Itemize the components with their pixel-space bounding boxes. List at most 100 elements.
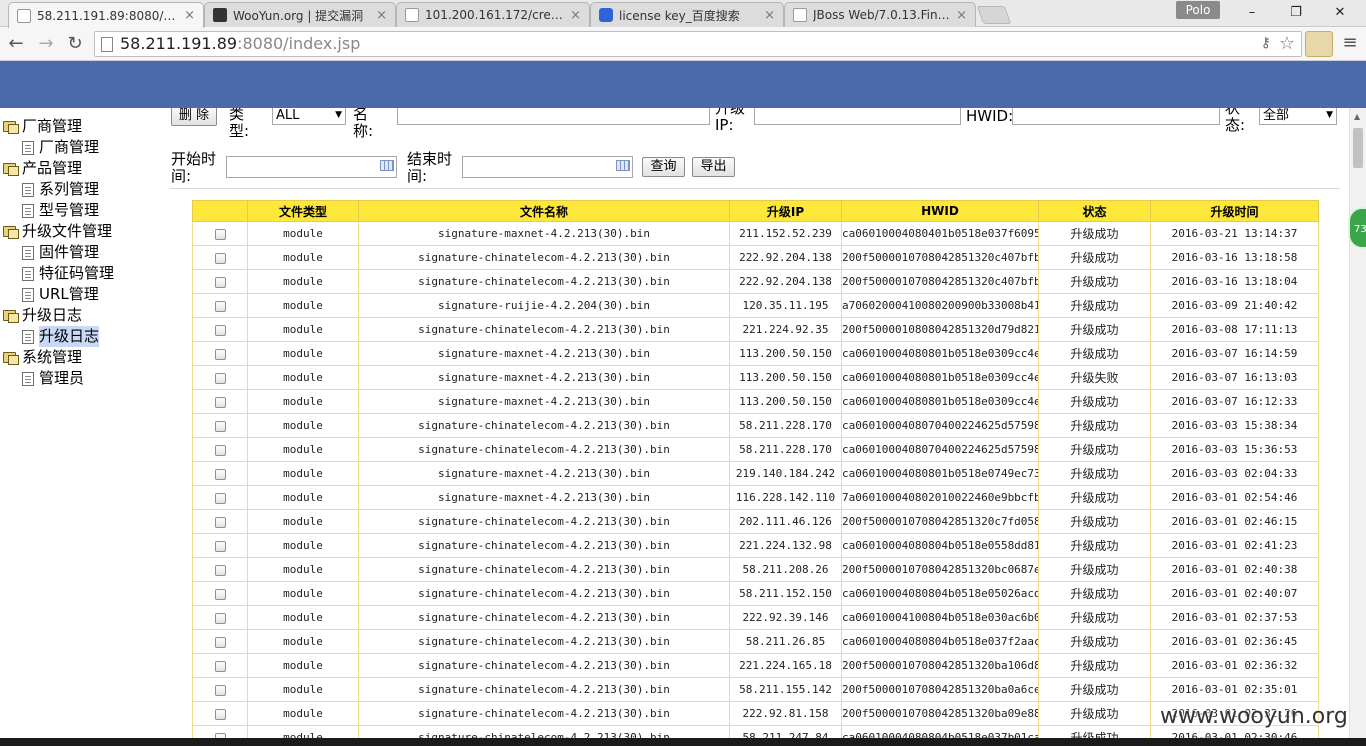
tree-item-vendor[interactable]: 厂商管理 bbox=[22, 137, 99, 158]
tree-group-system[interactable]: 系统管理 bbox=[2, 347, 82, 368]
side-floating-badge[interactable]: 73 bbox=[1348, 207, 1366, 249]
row-checkbox[interactable] bbox=[214, 612, 226, 624]
table-row[interactable]: module signature-chinatelecom-4.2.213(30)… bbox=[192, 653, 1319, 678]
tree-group-upgrade-files[interactable]: 升级文件管理 bbox=[2, 221, 112, 242]
table-row[interactable]: module signature-chinatelecom-4.2.213(30)… bbox=[192, 557, 1319, 582]
url-text[interactable]: 58.211.191.89:8080/index.jsp bbox=[120, 34, 360, 54]
row-checkbox[interactable] bbox=[214, 348, 226, 360]
row-checkbox[interactable] bbox=[214, 228, 226, 240]
extension-icon[interactable] bbox=[1305, 31, 1333, 57]
row-checkbox[interactable] bbox=[214, 588, 226, 600]
name-input[interactable] bbox=[397, 108, 710, 125]
profile-badge[interactable]: Polo bbox=[1176, 1, 1220, 19]
row-checkbox[interactable] bbox=[214, 372, 226, 384]
row-select-cell[interactable] bbox=[192, 413, 248, 438]
table-row[interactable]: module signature-chinatelecom-4.2.213(30)… bbox=[192, 533, 1319, 558]
row-checkbox[interactable] bbox=[214, 708, 226, 720]
row-select-cell[interactable] bbox=[192, 245, 248, 270]
row-select-cell[interactable] bbox=[192, 725, 248, 738]
row-select-cell[interactable] bbox=[192, 221, 248, 246]
row-select-cell[interactable] bbox=[192, 605, 248, 630]
row-checkbox[interactable] bbox=[214, 660, 226, 672]
row-checkbox[interactable] bbox=[214, 636, 226, 648]
row-checkbox[interactable] bbox=[214, 444, 226, 456]
minimize-icon[interactable]: – bbox=[1232, 2, 1272, 24]
row-select-cell[interactable] bbox=[192, 461, 248, 486]
close-icon[interactable]: × bbox=[764, 8, 775, 23]
table-row[interactable]: module signature-chinatelecom-4.2.213(30)… bbox=[192, 245, 1319, 270]
row-checkbox[interactable] bbox=[214, 516, 226, 528]
row-select-cell[interactable] bbox=[192, 629, 248, 654]
table-row[interactable]: module signature-chinatelecom-4.2.213(30)… bbox=[192, 581, 1319, 606]
tree-item-signature[interactable]: 特征码管理 bbox=[22, 263, 114, 284]
upgrade-ip-input[interactable] bbox=[754, 108, 961, 125]
table-row[interactable]: module signature-chinatelecom-4.2.213(30)… bbox=[192, 437, 1319, 462]
table-row[interactable]: module signature-maxnet-4.2.213(30).bin 11… bbox=[192, 485, 1319, 510]
row-select-cell[interactable] bbox=[192, 269, 248, 294]
row-select-cell[interactable] bbox=[192, 317, 248, 342]
tab-2[interactable]: WooYun.org | 提交漏洞 × bbox=[204, 2, 396, 27]
tree-item-upgrade-log[interactable]: 升级日志 bbox=[22, 326, 100, 347]
table-row[interactable]: module signature-maxnet-4.2.213(30).bin 11… bbox=[192, 341, 1319, 366]
row-select-cell[interactable] bbox=[192, 533, 248, 558]
calendar-icon[interactable] bbox=[380, 160, 394, 171]
tree-group-upgrade-log[interactable]: 升级日志 bbox=[2, 305, 82, 326]
tab-1[interactable]: 58.211.191.89:8080/inde × bbox=[8, 2, 204, 28]
tree-item-series[interactable]: 系列管理 bbox=[22, 179, 99, 200]
close-icon[interactable]: × bbox=[570, 8, 581, 23]
table-row[interactable]: module signature-chinatelecom-4.2.213(30)… bbox=[192, 677, 1319, 702]
row-checkbox[interactable] bbox=[214, 276, 226, 288]
table-row[interactable]: module signature-chinatelecom-4.2.213(30)… bbox=[192, 413, 1319, 438]
row-checkbox[interactable] bbox=[214, 396, 226, 408]
row-select-cell[interactable] bbox=[192, 389, 248, 414]
row-select-cell[interactable] bbox=[192, 341, 248, 366]
table-row[interactable]: module signature-chinatelecom-4.2.213(30)… bbox=[192, 725, 1319, 738]
table-row[interactable]: module signature-chinatelecom-4.2.213(30)… bbox=[192, 509, 1319, 534]
back-arrow-icon[interactable]: ← bbox=[4, 32, 28, 56]
row-select-cell[interactable] bbox=[192, 437, 248, 462]
table-row[interactable]: module signature-chinatelecom-4.2.213(30)… bbox=[192, 701, 1319, 726]
row-select-cell[interactable] bbox=[192, 557, 248, 582]
reload-icon[interactable]: ↻ bbox=[63, 32, 87, 56]
query-button[interactable]: 查询 bbox=[642, 157, 685, 177]
tab-5[interactable]: JBoss Web/7.0.13.Final - × bbox=[784, 2, 976, 27]
row-checkbox[interactable] bbox=[214, 468, 226, 480]
table-row[interactable]: module signature-chinatelecom-4.2.213(30)… bbox=[192, 629, 1319, 654]
window-close-icon[interactable]: ✕ bbox=[1320, 2, 1360, 24]
table-row[interactable]: module signature-maxnet-4.2.213(30).bin 21… bbox=[192, 461, 1319, 486]
export-button[interactable]: 导出 bbox=[692, 157, 735, 177]
table-row[interactable]: module signature-ruijie-4.2.204(30).bin 12… bbox=[192, 293, 1319, 318]
row-checkbox[interactable] bbox=[214, 324, 226, 336]
scroll-up-arrow-icon[interactable]: ▲ bbox=[1354, 112, 1360, 121]
calendar-icon[interactable] bbox=[616, 160, 630, 171]
table-row[interactable]: module signature-maxnet-4.2.213(30).bin 11… bbox=[192, 365, 1319, 390]
menu-icon[interactable]: ≡ bbox=[1340, 33, 1360, 55]
start-time-input[interactable] bbox=[226, 156, 397, 178]
tree-item-admin[interactable]: 管理员 bbox=[22, 368, 84, 389]
row-checkbox[interactable] bbox=[214, 564, 226, 576]
delete-button[interactable]: 删 除 bbox=[171, 108, 217, 126]
row-checkbox[interactable] bbox=[214, 420, 226, 432]
row-checkbox[interactable] bbox=[214, 492, 226, 504]
tab-3[interactable]: 101.200.161.172/create/ × bbox=[396, 2, 590, 27]
row-checkbox[interactable] bbox=[214, 300, 226, 312]
row-checkbox[interactable] bbox=[214, 540, 226, 552]
tree-item-firmware[interactable]: 固件管理 bbox=[22, 242, 99, 263]
row-select-cell[interactable] bbox=[192, 653, 248, 678]
row-select-cell[interactable] bbox=[192, 293, 248, 318]
tab-4[interactable]: license key_百度搜索 × bbox=[590, 2, 784, 27]
row-select-cell[interactable] bbox=[192, 581, 248, 606]
type-select[interactable]: ALL ▼ bbox=[272, 108, 346, 125]
new-tab-button[interactable] bbox=[976, 6, 1012, 24]
row-checkbox[interactable] bbox=[214, 252, 226, 264]
row-select-cell[interactable] bbox=[192, 365, 248, 390]
row-select-cell[interactable] bbox=[192, 509, 248, 534]
end-time-input[interactable] bbox=[462, 156, 633, 178]
scrollbar-thumb[interactable] bbox=[1353, 128, 1363, 168]
key-icon[interactable]: ⚷ bbox=[1261, 35, 1271, 51]
close-icon[interactable]: × bbox=[184, 8, 195, 23]
row-select-cell[interactable] bbox=[192, 677, 248, 702]
row-select-cell[interactable] bbox=[192, 485, 248, 510]
table-row[interactable]: module signature-maxnet-4.2.213(30).bin 21… bbox=[192, 221, 1319, 246]
tree-item-model[interactable]: 型号管理 bbox=[22, 200, 99, 221]
